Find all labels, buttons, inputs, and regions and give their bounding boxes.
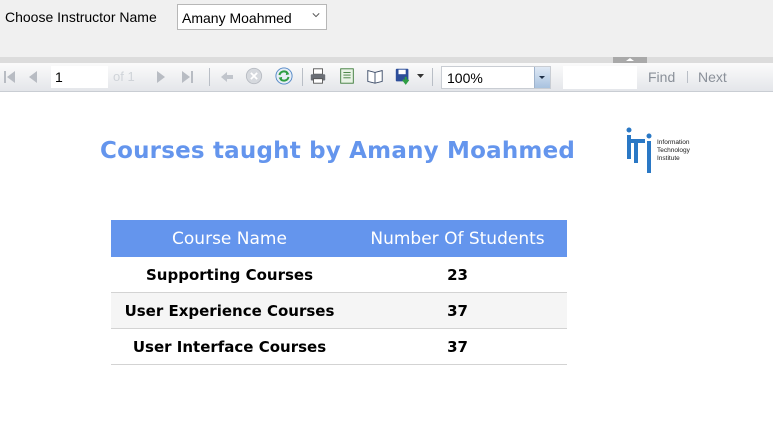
- table-row: User Experience Courses 37: [111, 292, 567, 329]
- find-next-link[interactable]: Next: [698, 69, 727, 85]
- next-page-icon[interactable]: [152, 68, 170, 86]
- instructor-select-value: Amany Moahmed: [182, 10, 292, 26]
- iti-logo-mark: [626, 127, 652, 173]
- course-name-cell: User Experience Courses: [111, 292, 348, 329]
- print-layout-icon[interactable]: [338, 67, 356, 85]
- table-row: User Interface Courses 37: [111, 328, 567, 365]
- course-name-header: Course Name: [111, 220, 348, 257]
- table-header-row: Course Name Number Of Students: [111, 220, 567, 257]
- toolbar-separator: [687, 71, 688, 83]
- previous-page-icon[interactable]: [25, 68, 43, 86]
- chevron-down-icon: [312, 13, 320, 18]
- student-count-header: Number Of Students: [348, 220, 567, 257]
- toolbar-separator: [432, 68, 433, 86]
- course-name-cell: Supporting Courses: [111, 257, 348, 293]
- last-page-icon[interactable]: [178, 68, 196, 86]
- student-count-cell: 23: [348, 257, 567, 293]
- page-setup-icon[interactable]: [366, 67, 384, 85]
- find-link[interactable]: Find: [648, 69, 675, 85]
- parameter-area: Choose Instructor Name Amany Moahmed: [0, 0, 773, 57]
- student-count-cell: 37: [348, 292, 567, 329]
- course-name-cell: User Interface Courses: [111, 328, 348, 365]
- iti-logo: Information Technology Institute: [625, 127, 701, 175]
- page-count-label: of 1: [113, 69, 135, 84]
- stop-icon[interactable]: [245, 67, 263, 85]
- table-row: Supporting Courses 23: [111, 257, 567, 293]
- export-icon[interactable]: [394, 67, 412, 85]
- courses-table: Course Name Number Of Students Supportin…: [111, 220, 567, 365]
- zoom-value: 100%: [447, 70, 483, 86]
- page-number-input[interactable]: 1: [51, 66, 108, 88]
- student-count-cell: 37: [348, 328, 567, 365]
- zoom-dropdown-button[interactable]: [534, 67, 550, 88]
- instructor-parameter-label: Choose Instructor Name: [5, 9, 157, 25]
- back-icon[interactable]: [218, 68, 236, 86]
- refresh-icon[interactable]: [275, 67, 293, 85]
- report-title: Courses taught by Amany Moahmed: [100, 138, 576, 164]
- first-page-icon[interactable]: [2, 68, 20, 86]
- export-dropdown-icon[interactable]: [417, 74, 424, 79]
- toolbar-separator: [302, 68, 303, 86]
- zoom-select[interactable]: 100%: [441, 66, 551, 89]
- print-icon[interactable]: [309, 67, 327, 85]
- logo-caption: Information Technology Institute: [657, 139, 690, 162]
- find-input[interactable]: [563, 66, 637, 89]
- instructor-select[interactable]: Amany Moahmed: [177, 4, 327, 30]
- toolbar-separator: [209, 68, 210, 86]
